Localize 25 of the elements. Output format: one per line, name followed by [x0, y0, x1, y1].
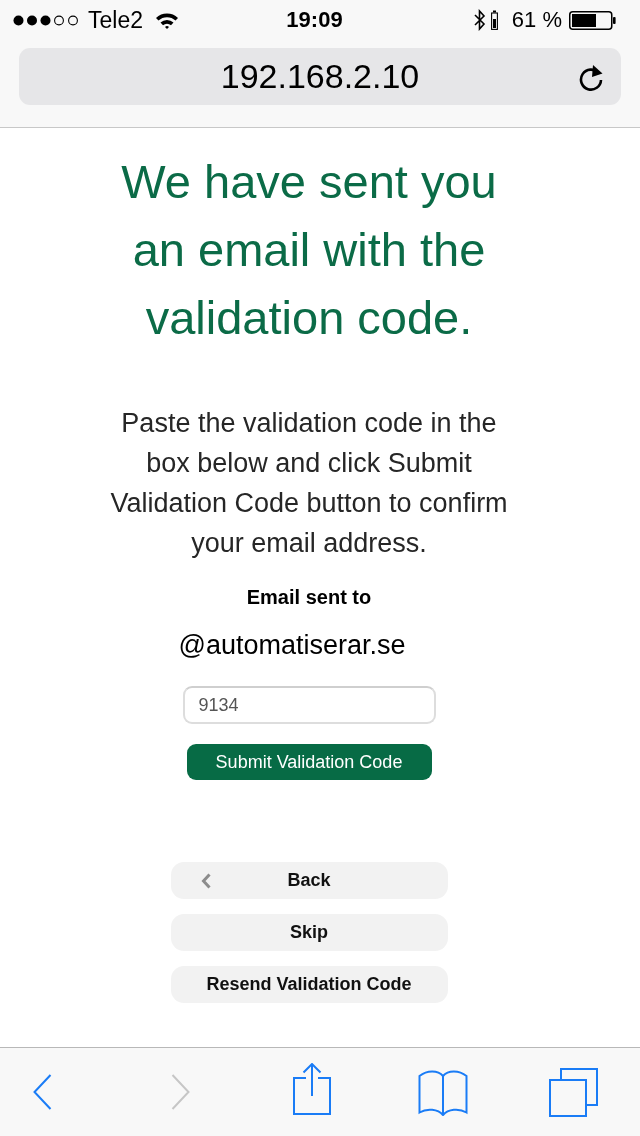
book-icon[interactable]	[418, 1068, 468, 1116]
chevron-left-icon	[200, 872, 211, 889]
carrier-name: Tele2	[88, 6, 143, 34]
resend-button[interactable]: Resend Validation Code	[170, 966, 448, 1003]
page-heading: We have sent you an email with the validation code.	[120, 154, 498, 346]
clock-time: 19:09	[286, 7, 343, 33]
code-field[interactable]: 9134	[182, 686, 436, 724]
share-icon[interactable]	[293, 1063, 331, 1115]
wifi-icon	[155, 11, 179, 29]
small-battery-icon	[490, 10, 498, 30]
back-icon[interactable]	[33, 1074, 52, 1110]
tabs-icon[interactable]	[549, 1067, 598, 1117]
bluetooth-icon	[473, 9, 486, 31]
instruction-text: Paste the validation code in the box below and click Submit Validation Code button to confirm your email address.	[109, 407, 509, 560]
battery-percent: 61 %	[511, 7, 562, 33]
submit-button[interactable]: Submit Validation Code	[186, 744, 432, 780]
reload-icon[interactable]	[578, 64, 604, 92]
skip-button[interactable]: Skip	[170, 914, 448, 951]
address-text: 192.168.2.10	[220, 57, 420, 96]
email-address: @automatiserar.se	[178, 629, 406, 662]
signal-strength-icon	[13, 14, 79, 26]
address-bar[interactable]: 192.168.2.10	[19, 48, 621, 105]
email-label: Email sent to	[246, 585, 372, 610]
battery-icon	[569, 10, 616, 30]
back-button[interactable]: Back	[170, 862, 448, 899]
